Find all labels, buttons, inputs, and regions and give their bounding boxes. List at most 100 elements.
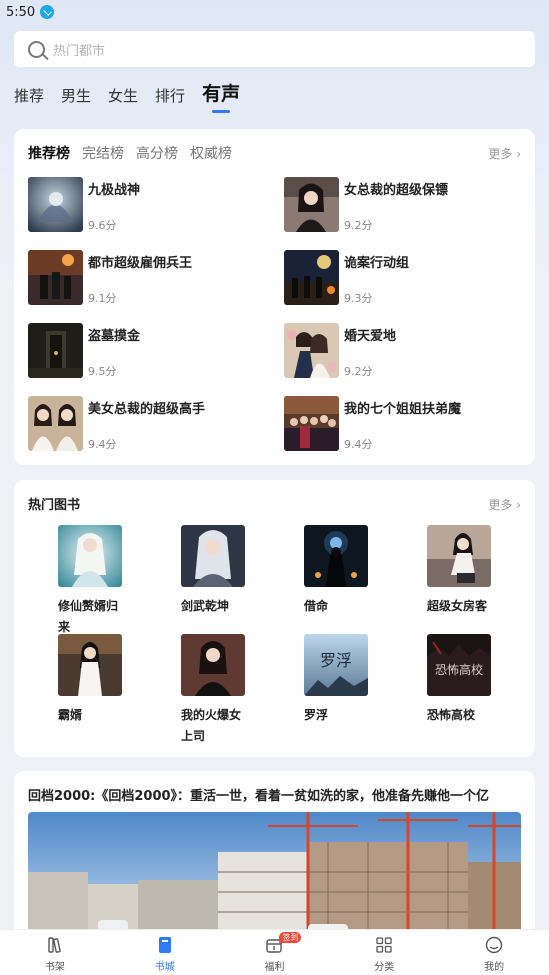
tab-female[interactable]: 女生	[108, 85, 138, 112]
promo-card[interactable]: 回档2000:《回档2000》：重活一世，看着一贫如洗的家，他准备先赚他一个亿	[14, 771, 535, 941]
category-tabs: 推荐 男生 女生 排行 有声	[14, 79, 257, 113]
hot-book-item[interactable]: 剑武乾坤	[181, 525, 271, 617]
book-cover	[28, 250, 83, 305]
book-title: 我的火爆女上司	[181, 708, 242, 743]
book-title: 超级女房客	[427, 599, 488, 613]
book-score: 9.1分	[88, 292, 117, 305]
book-cover	[427, 525, 491, 587]
book-cover	[58, 525, 122, 587]
grid-category-icon	[376, 937, 392, 953]
cover-title-text: 罗浮	[320, 651, 352, 670]
book-title: 诡案行动组	[344, 256, 410, 271]
promo-title: 回档2000:《回档2000》：重活一世，看着一贫如洗的家，他准备先赚他一个亿	[28, 789, 490, 804]
book-score: 9.6分	[88, 219, 117, 232]
ranking-tabs: 推荐榜 完结榜 高分榜 权威榜	[28, 143, 244, 163]
book-title: 霸婿	[58, 708, 83, 722]
book-score: 9.5分	[88, 365, 117, 378]
rank-item[interactable]: 婚天爱地 9.2分	[284, 323, 524, 379]
book-cover	[284, 323, 339, 378]
rank-item[interactable]: 都市超级雇佣兵王 9.1分	[28, 250, 268, 306]
search-bar[interactable]: 热门都市	[14, 31, 535, 67]
rank-tab-high-score[interactable]: 高分榜	[136, 143, 178, 163]
book-cover	[58, 634, 122, 696]
rank-tab-authority[interactable]: 权威榜	[190, 143, 232, 163]
rank-item[interactable]: 诡案行动组 9.3分	[284, 250, 524, 306]
rank-item[interactable]: 美女总裁的超级高手 9.4分	[28, 396, 268, 452]
tab-male[interactable]: 男生	[61, 85, 91, 112]
nav-label: 福利	[264, 962, 285, 973]
nav-bookstore[interactable]: 书城	[110, 930, 220, 975]
ranking-more-link[interactable]: 更多 ›	[488, 145, 521, 162]
book-title: 婚天爱地	[344, 329, 397, 344]
book-title: 都市超级雇佣兵王	[88, 256, 193, 271]
book-title: 九极战神	[88, 183, 141, 198]
book-title: 剑武乾坤	[181, 599, 230, 613]
book-score: 9.2分	[344, 365, 373, 378]
hot-book-item[interactable]: 恐怖高校 恐怖高校	[427, 634, 517, 726]
book-title: 借命	[304, 599, 329, 613]
bottom-navigation: 书架 书城 签到 福利 分类 我的	[0, 929, 549, 975]
book-title: 我的七个姐姐扶弟魔	[344, 402, 462, 417]
rank-item[interactable]: 我的七个姐姐扶弟魔 9.4分	[284, 396, 524, 452]
book-title: 美女总裁的超级高手	[88, 402, 206, 417]
hot-book-item[interactable]: 罗浮 罗浮	[304, 634, 394, 726]
nav-label: 我的	[484, 962, 505, 973]
bookstore-icon	[158, 937, 171, 953]
profile-icon	[485, 936, 503, 954]
nav-profile[interactable]: 我的	[439, 930, 549, 975]
book-title: 罗浮	[304, 708, 329, 722]
hot-books-card: 热门图书 更多 › 修仙赘婿归来 剑武乾坤 借命 超级女房客 霸婿 我的火爆女上…	[14, 480, 535, 757]
book-score: 9.4分	[344, 438, 373, 451]
rank-tab-finished[interactable]: 完结榜	[82, 143, 124, 163]
book-score: 9.2分	[344, 219, 373, 232]
nav-bookshelf[interactable]: 书架	[0, 930, 110, 975]
hot-book-item[interactable]: 修仙赘婿归来	[58, 525, 148, 638]
chevron-right-icon: ›	[512, 147, 521, 161]
book-score: 9.3分	[344, 292, 373, 305]
hot-book-item[interactable]: 我的火爆女上司	[181, 634, 271, 747]
section-title: 热门图书	[28, 498, 81, 513]
ranking-card: 推荐榜 完结榜 高分榜 权威榜 更多 › 九极战神 9.6分 女总裁的超级保镖 …	[14, 129, 535, 465]
status-bar: 5:50	[0, 0, 549, 24]
book-cover	[28, 177, 83, 232]
sign-in-badge: 签到	[279, 932, 302, 943]
hot-book-item[interactable]: 超级女房客	[427, 525, 517, 617]
more-label: 更多	[488, 498, 513, 512]
book-score: 9.4分	[88, 438, 117, 451]
chevron-right-icon: ›	[512, 498, 521, 512]
search-placeholder[interactable]: 热门都市	[53, 40, 105, 59]
nav-label: 分类	[374, 962, 395, 973]
nav-welfare[interactable]: 签到 福利	[220, 930, 330, 975]
rank-item[interactable]: 女总裁的超级保镖 9.2分	[284, 177, 524, 233]
hot-book-item[interactable]: 借命	[304, 525, 394, 617]
book-title: 恐怖高校	[427, 708, 476, 722]
book-title: 修仙赘婿归来	[58, 599, 119, 634]
status-time: 5:50	[6, 4, 36, 20]
hot-books-more-link[interactable]: 更多 ›	[488, 496, 521, 513]
book-cover	[284, 177, 339, 232]
book-cover	[181, 634, 245, 696]
book-cover	[181, 525, 245, 587]
rank-item[interactable]: 九极战神 9.6分	[28, 177, 268, 233]
book-cover	[284, 250, 339, 305]
rank-tab-recommend[interactable]: 推荐榜	[28, 143, 70, 163]
tab-ranking[interactable]: 排行	[155, 85, 185, 112]
nav-label: 书架	[44, 962, 65, 973]
download-icon	[40, 5, 55, 19]
tab-audio[interactable]: 有声	[202, 79, 240, 113]
book-title: 盗墓摸金	[88, 329, 141, 344]
promo-banner-image[interactable]	[28, 812, 521, 941]
bookshelf-icon	[48, 937, 61, 953]
cover-title-text: 恐怖高校	[435, 662, 483, 677]
search-icon	[28, 40, 45, 58]
hot-book-item[interactable]: 霸婿	[58, 634, 148, 726]
book-cover	[304, 525, 368, 587]
more-label: 更多	[488, 147, 513, 161]
rank-item[interactable]: 盗墓摸金 9.5分	[28, 323, 268, 379]
book-cover	[28, 396, 83, 451]
nav-label: 书城	[154, 962, 175, 973]
tab-recommend[interactable]: 推荐	[14, 85, 44, 112]
book-cover: 恐怖高校	[427, 634, 491, 696]
book-cover	[28, 323, 83, 378]
nav-category[interactable]: 分类	[329, 930, 439, 975]
